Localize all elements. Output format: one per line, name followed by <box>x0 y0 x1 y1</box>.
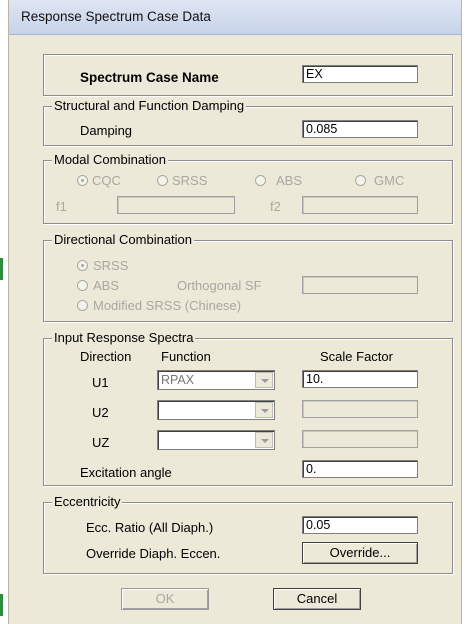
uz-scale-field[interactable] <box>302 430 418 448</box>
orthogonal-sf-field[interactable] <box>302 276 418 294</box>
spectrum-case-name-label: Spectrum Case Name <box>80 70 219 85</box>
override-button[interactable]: Override... <box>302 542 418 564</box>
uz-function-select[interactable] <box>157 430 275 450</box>
srss-radio[interactable] <box>157 175 168 186</box>
damping-label: Damping <box>80 123 133 138</box>
modal-combination-label: Modal Combination <box>52 152 169 168</box>
left-edge-marker <box>0 258 3 280</box>
damping-group-label: Structural and Function Damping <box>52 98 247 114</box>
excitation-angle-label: Excitation angle <box>80 465 172 480</box>
dir-srss-label: SRSS <box>93 258 129 273</box>
modal-combination-group: Modal Combination CQC SRSS ABS GMC f1 f2 <box>43 152 453 224</box>
srss-label: SRSS <box>172 173 208 188</box>
dir-abs-label: ABS <box>93 278 120 293</box>
f1-label: f1 <box>56 199 67 214</box>
damping-group: Structural and Function Damping Damping … <box>43 98 453 146</box>
left-edge-marker <box>0 594 3 616</box>
ecc-ratio-label: Ecc. Ratio (All Diaph.) <box>86 520 214 535</box>
ecc-ratio-field[interactable]: 0.05 <box>302 516 418 534</box>
response-spectrum-dialog: Response Spectrum Case Data Spectrum Cas… <box>8 0 462 624</box>
dir-abs-radio[interactable] <box>77 280 88 291</box>
eccentricity-group: Eccentricity Ecc. Ratio (All Diaph.) 0.0… <box>43 494 453 574</box>
cqc-label: CQC <box>92 173 121 188</box>
excitation-angle-field[interactable]: 0. <box>302 460 418 478</box>
cqc-radio[interactable] <box>77 175 88 186</box>
chevron-down-icon[interactable] <box>255 372 273 388</box>
damping-field[interactable]: 0.085 <box>302 120 418 138</box>
spectrum-case-name-field[interactable]: EX <box>302 65 418 83</box>
eccentricity-label: Eccentricity <box>52 494 123 510</box>
gmc-label: GMC <box>374 173 405 188</box>
orthogonal-sf-label: Orthogonal SF <box>177 278 262 293</box>
u1-scale-field[interactable]: 10. <box>302 370 418 388</box>
modified-srss-radio[interactable] <box>77 300 88 311</box>
gmc-radio[interactable] <box>355 175 366 186</box>
modified-srss-label: Modified SRSS (Chinese) <box>93 298 242 313</box>
uz-label: UZ <box>92 435 110 450</box>
f2-field[interactable] <box>302 196 418 214</box>
cancel-button[interactable]: Cancel <box>273 588 361 610</box>
u1-function-value: RPAX <box>161 373 195 387</box>
scale-factor-header: Scale Factor <box>320 349 393 364</box>
chevron-down-icon[interactable] <box>255 402 273 418</box>
f2-label: f2 <box>270 199 281 214</box>
u2-function-select[interactable] <box>157 400 275 420</box>
abs-radio[interactable] <box>255 175 266 186</box>
directional-combination-label: Directional Combination <box>52 232 195 248</box>
function-header: Function <box>161 349 211 364</box>
abs-label: ABS <box>276 173 303 188</box>
input-response-spectra-group: Input Response Spectra Direction Functio… <box>43 330 453 486</box>
dir-srss-radio[interactable] <box>77 260 88 271</box>
u1-function-select[interactable]: RPAX <box>157 370 275 390</box>
direction-header: Direction <box>80 349 132 364</box>
u2-label: U2 <box>92 405 109 420</box>
override-diaph-label: Override Diaph. Eccen. <box>86 546 221 561</box>
f1-field[interactable] <box>117 196 235 214</box>
input-response-spectra-label: Input Response Spectra <box>52 330 196 346</box>
title-bar[interactable]: Response Spectrum Case Data <box>9 0 461 35</box>
directional-combination-group: Directional Combination SRSS ABS Orthogo… <box>43 232 453 322</box>
chevron-down-icon[interactable] <box>255 432 273 448</box>
window-title: Response Spectrum Case Data <box>21 9 211 24</box>
spectrum-case-box: Spectrum Case Name EX <box>43 54 453 96</box>
ok-button[interactable]: OK <box>121 588 209 610</box>
u1-label: U1 <box>92 375 109 390</box>
u2-scale-field[interactable] <box>302 400 418 418</box>
